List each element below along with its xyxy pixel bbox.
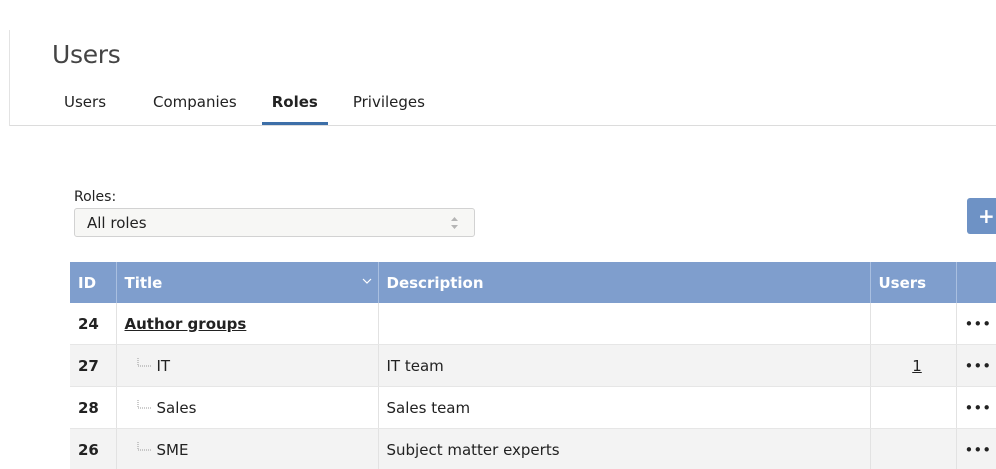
chevron-down-icon (362, 278, 371, 284)
row-title: SME (116, 428, 379, 469)
row-id: 26 (70, 428, 117, 469)
updown-arrows-icon (451, 217, 458, 229)
add-role-button[interactable]: + (967, 198, 996, 234)
row-users (870, 386, 957, 429)
tree-branch-icon (137, 358, 151, 367)
row-id: 27 (70, 344, 117, 387)
row-description: Sales team (378, 386, 871, 429)
role-group-link[interactable]: Author groups (125, 315, 247, 333)
row-actions-button[interactable]: ••• (956, 344, 996, 387)
column-header-id[interactable]: ID (70, 262, 117, 303)
roles-filter-select[interactable]: All roles (74, 208, 475, 237)
table-row: 24 Author groups ••• (70, 303, 996, 345)
page-title: Users (52, 40, 121, 69)
left-rule (9, 30, 10, 126)
row-description: Subject matter experts (378, 428, 871, 469)
row-title: IT (116, 344, 379, 387)
tab-roles[interactable]: Roles (261, 90, 328, 126)
row-id: 24 (70, 303, 117, 345)
table-row: 27 IT IT team 1 ••• (70, 344, 996, 387)
tab-divider (10, 125, 996, 126)
table-row: 26 SME Subject matter experts ••• (70, 428, 996, 469)
tab-privileges[interactable]: Privileges (353, 90, 425, 126)
table-row: 28 Sales Sales team ••• (70, 386, 996, 429)
row-title: Author groups (116, 303, 379, 345)
role-title[interactable]: Sales (157, 399, 197, 417)
row-title: Sales (116, 386, 379, 429)
tree-branch-icon (137, 400, 151, 409)
row-description: IT team (378, 344, 871, 387)
row-id: 28 (70, 386, 117, 429)
tab-users[interactable]: Users (64, 90, 106, 126)
column-header-title-label: Title (124, 273, 163, 292)
row-users (870, 428, 957, 469)
row-users (870, 303, 957, 345)
table-header-row: ID Title Description Users (70, 262, 996, 303)
row-actions-button[interactable]: ••• (956, 428, 996, 469)
tab-bar: Users Companies Roles Privileges (64, 90, 425, 126)
column-header-description[interactable]: Description (378, 262, 871, 303)
tab-companies[interactable]: Companies (153, 90, 237, 126)
role-title[interactable]: IT (157, 357, 171, 375)
row-description (378, 303, 871, 345)
row-actions-button[interactable]: ••• (956, 303, 996, 345)
role-title[interactable]: SME (157, 441, 189, 459)
row-actions-button[interactable]: ••• (956, 386, 996, 429)
row-users-link[interactable]: 1 (912, 357, 922, 375)
roles-filter-value: All roles (87, 214, 147, 232)
row-users: 1 (870, 344, 957, 387)
column-header-users[interactable]: Users (870, 262, 957, 303)
roles-table: ID Title Description Users 24 Author gro… (70, 262, 996, 469)
column-header-actions (956, 262, 996, 303)
page: Users Users Companies Roles Privileges R… (0, 0, 996, 469)
tree-branch-icon (137, 442, 151, 451)
roles-filter-label: Roles: (74, 189, 117, 205)
column-header-title[interactable]: Title (116, 262, 379, 303)
